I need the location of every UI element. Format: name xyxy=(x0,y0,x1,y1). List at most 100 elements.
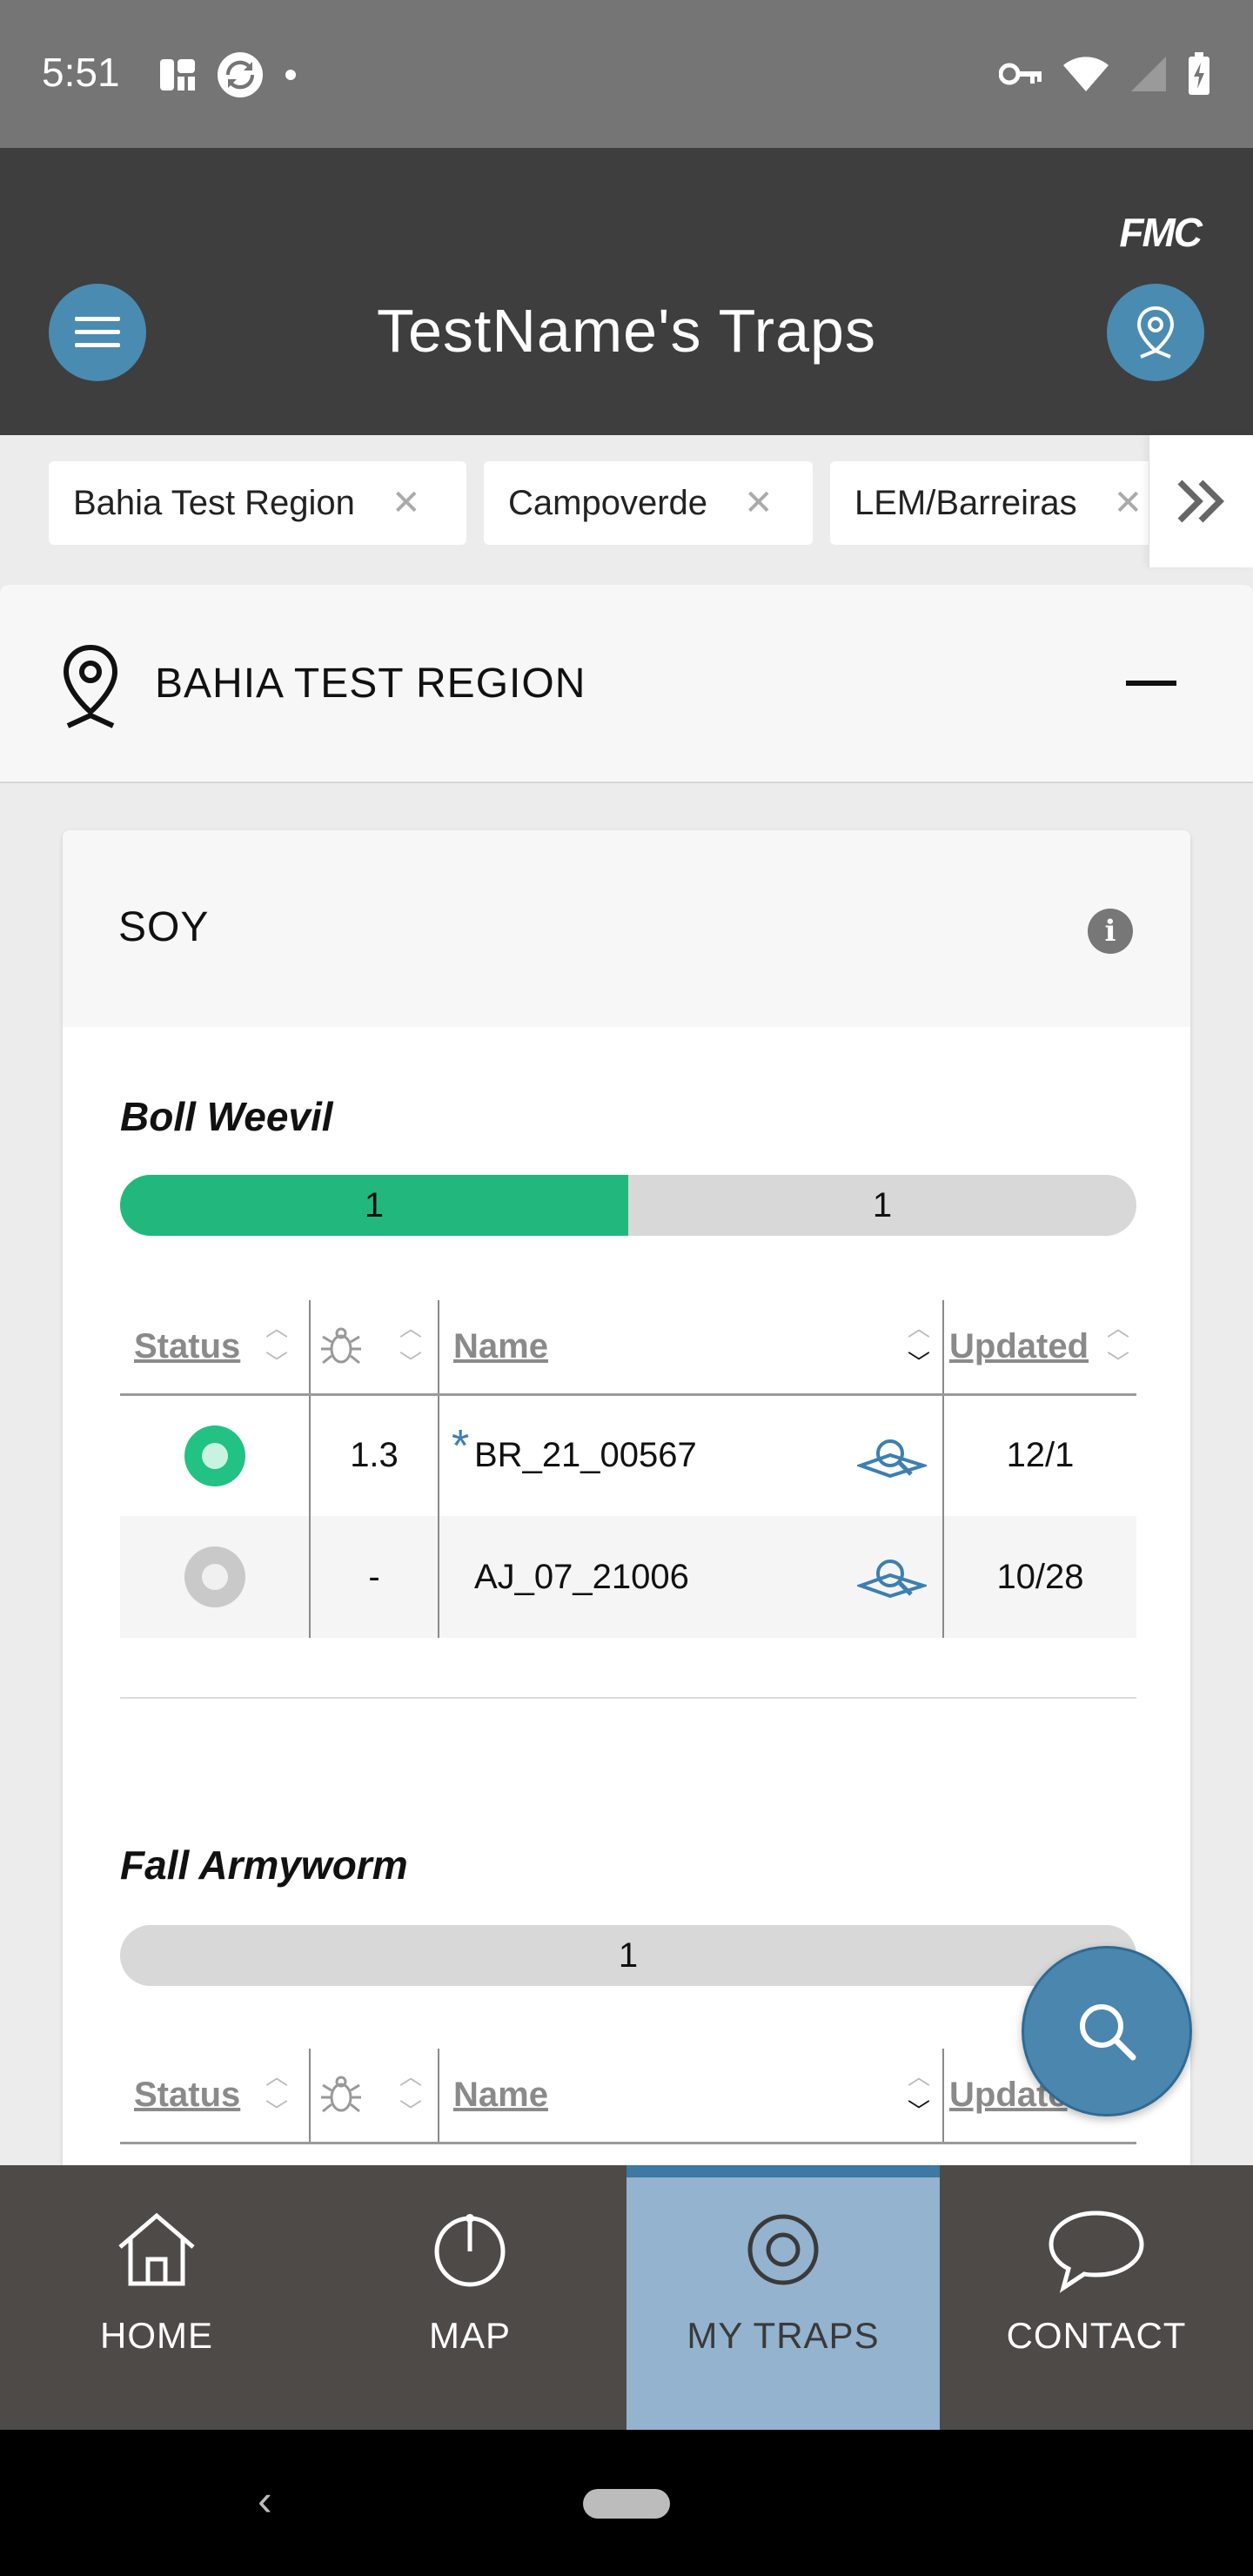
home-icon xyxy=(118,2212,195,2286)
back-icon[interactable]: ‹ xyxy=(258,2475,272,2526)
status-header-label: Status xyxy=(134,1326,241,1365)
chip-close-icon[interactable]: ✕ xyxy=(1114,483,1143,523)
chip-close-icon[interactable]: ✕ xyxy=(392,483,421,523)
crop-card: SOY i Boll Weevil 1 1 Status ︿ ﹀ ︿ ﹀ Name … xyxy=(63,830,1190,2257)
scroll-chips-button[interactable] xyxy=(1149,435,1253,567)
status-bar: 5:51 xyxy=(0,0,1253,148)
nav-home[interactable]: HOME xyxy=(0,2165,313,2430)
status-cell xyxy=(120,1394,311,1516)
name-header-label: Name xyxy=(453,1326,548,1365)
nav-label: CONTACT xyxy=(1006,2315,1187,2356)
crop-card-header: SOY i xyxy=(63,830,1190,1027)
trap-table: Status ︿﹀ ︿﹀ Name ︿﹀ Update ︿﹀ xyxy=(120,2049,1136,2144)
trap-status-bar: 1 1 xyxy=(120,1175,1136,1236)
app-header: FMC TestName's Traps xyxy=(0,148,1253,435)
nav-label: HOME xyxy=(100,2315,213,2356)
updated-column-header[interactable]: Updated ︿ ﹀ xyxy=(943,1300,1136,1396)
sort-icon[interactable]: ︿﹀ xyxy=(265,2059,288,2129)
trap-table: Status ︿ ﹀ ︿ ﹀ Name ︿ ﹀ Updated ︿ ﹀ 1.3 … xyxy=(120,1300,1136,1638)
flag-asterisk: * xyxy=(452,1420,470,1472)
bug-icon xyxy=(321,2076,361,2113)
status-column-header[interactable]: Status ︿ ﹀ xyxy=(120,2049,311,2144)
location-pin-icon xyxy=(1136,305,1175,359)
count-cell: - xyxy=(310,1516,439,1638)
region-chip[interactable]: LEM/Barreiras ✕ xyxy=(830,461,1178,545)
system-navigation-bar: ‹ xyxy=(0,2430,1253,2576)
sort-icon[interactable]: ︿﹀ xyxy=(265,1311,288,1380)
trap-status-bar: 1 xyxy=(120,1925,1136,1986)
nav-label: MY TRAPS xyxy=(687,2315,880,2356)
updated-cell: 10/28 xyxy=(943,1516,1136,1638)
status-cell xyxy=(120,1516,311,1638)
double-chevron-right-icon xyxy=(1177,480,1224,523)
lure-icon xyxy=(857,1439,927,1478)
sync-notification-icon xyxy=(218,52,263,97)
trap-name: BR_21_00567 xyxy=(474,1436,697,1475)
table-row[interactable]: - AJ_07_21006 10/28 xyxy=(120,1516,1136,1638)
dot-notification-icon xyxy=(285,70,296,80)
battery-charging-icon xyxy=(1189,52,1209,95)
count-cell: 1.3 xyxy=(310,1394,439,1516)
vpn-key-icon xyxy=(999,63,1042,85)
sort-icon[interactable]: ︿﹀ xyxy=(908,2059,930,2129)
bottom-navigation: HOME MAP MY TRAPS CONTACT xyxy=(0,2165,1253,2430)
region-chip[interactable]: Bahia Test Region ✕ xyxy=(49,461,466,545)
wifi-icon xyxy=(1063,57,1109,91)
section-divider xyxy=(120,1697,1136,1699)
chip-label: Bahia Test Region xyxy=(73,483,355,522)
status-active-icon xyxy=(184,1425,245,1486)
bar-segment-active: 1 xyxy=(120,1175,628,1236)
count-column-header[interactable]: ︿ ﹀ xyxy=(310,1300,439,1396)
collapse-icon[interactable] xyxy=(1126,681,1176,686)
nav-map[interactable]: MAP xyxy=(313,2165,626,2430)
bar-segment-inactive: 1 xyxy=(872,1185,893,1224)
fmc-logo: FMC xyxy=(1119,210,1203,255)
map-icon xyxy=(434,2214,506,2287)
sort-icon[interactable]: ︿﹀ xyxy=(1107,1311,1129,1380)
nav-contact[interactable]: CONTACT xyxy=(940,2165,1253,2430)
chip-close-icon[interactable]: ✕ xyxy=(744,483,774,523)
name-cell[interactable]: AJ_07_21006 xyxy=(439,1516,944,1638)
sort-icon[interactable]: ︿﹀ xyxy=(399,1311,422,1380)
name-column-header[interactable]: Name ︿ ﹀ xyxy=(439,1300,944,1396)
region-name: BAHIA TEST REGION xyxy=(155,661,586,707)
name-cell[interactable]: * BR_21_00567 xyxy=(439,1394,944,1516)
table-row[interactable]: 1.3 * BR_21_00567 12/1 xyxy=(120,1394,1136,1516)
page-title: TestName's Traps xyxy=(377,297,876,365)
sort-icon[interactable]: ︿﹀ xyxy=(908,1311,930,1380)
name-column-header[interactable]: Name ︿ ﹀ xyxy=(439,2049,944,2144)
region-chip-bar: Bahia Test Region ✕ Campoverde ✕ LEM/Bar… xyxy=(0,435,1253,567)
name-header-label: Name xyxy=(453,2075,548,2114)
location-button[interactable] xyxy=(1107,284,1204,381)
bug-icon xyxy=(321,1327,361,1365)
chat-icon xyxy=(1049,2210,1144,2293)
chip-label: LEM/Barreiras xyxy=(854,483,1077,522)
status-header-label: Status xyxy=(134,2075,241,2114)
notification-icons xyxy=(157,50,299,99)
status-time: 5:51 xyxy=(42,50,120,95)
search-fab-button[interactable] xyxy=(1022,1946,1192,2116)
region-chip[interactable]: Campoverde ✕ xyxy=(484,461,813,545)
bar-segment-inactive: 1 xyxy=(618,1935,639,1975)
count-column-header[interactable]: ︿ ﹀ xyxy=(310,2049,439,2144)
updated-header-label: Updated xyxy=(949,1326,1089,1365)
pest-name: Fall Armyworm xyxy=(120,1842,408,1888)
signal-icon xyxy=(1131,57,1166,91)
updated-cell: 12/1 xyxy=(1006,1436,1075,1475)
location-pin-icon xyxy=(63,644,118,728)
info-icon[interactable]: i xyxy=(1088,909,1133,954)
nav-label: MAP xyxy=(428,2315,511,2356)
sort-icon[interactable]: ︿﹀ xyxy=(399,2059,422,2129)
status-column-header[interactable]: Status ︿ ﹀ xyxy=(120,1300,311,1396)
menu-button[interactable] xyxy=(49,284,146,381)
home-pill-button[interactable] xyxy=(583,2489,670,2519)
lure-icon xyxy=(857,1560,927,1599)
status-inactive-icon xyxy=(184,1546,245,1607)
chip-label: Campoverde xyxy=(508,483,708,522)
nav-my-traps[interactable]: MY TRAPS xyxy=(626,2165,940,2430)
search-icon xyxy=(1080,2004,1136,2061)
target-icon xyxy=(747,2214,819,2285)
hamburger-icon xyxy=(75,317,120,347)
region-section-header[interactable]: BAHIA TEST REGION xyxy=(0,585,1253,783)
system-status-icons xyxy=(999,52,1211,96)
